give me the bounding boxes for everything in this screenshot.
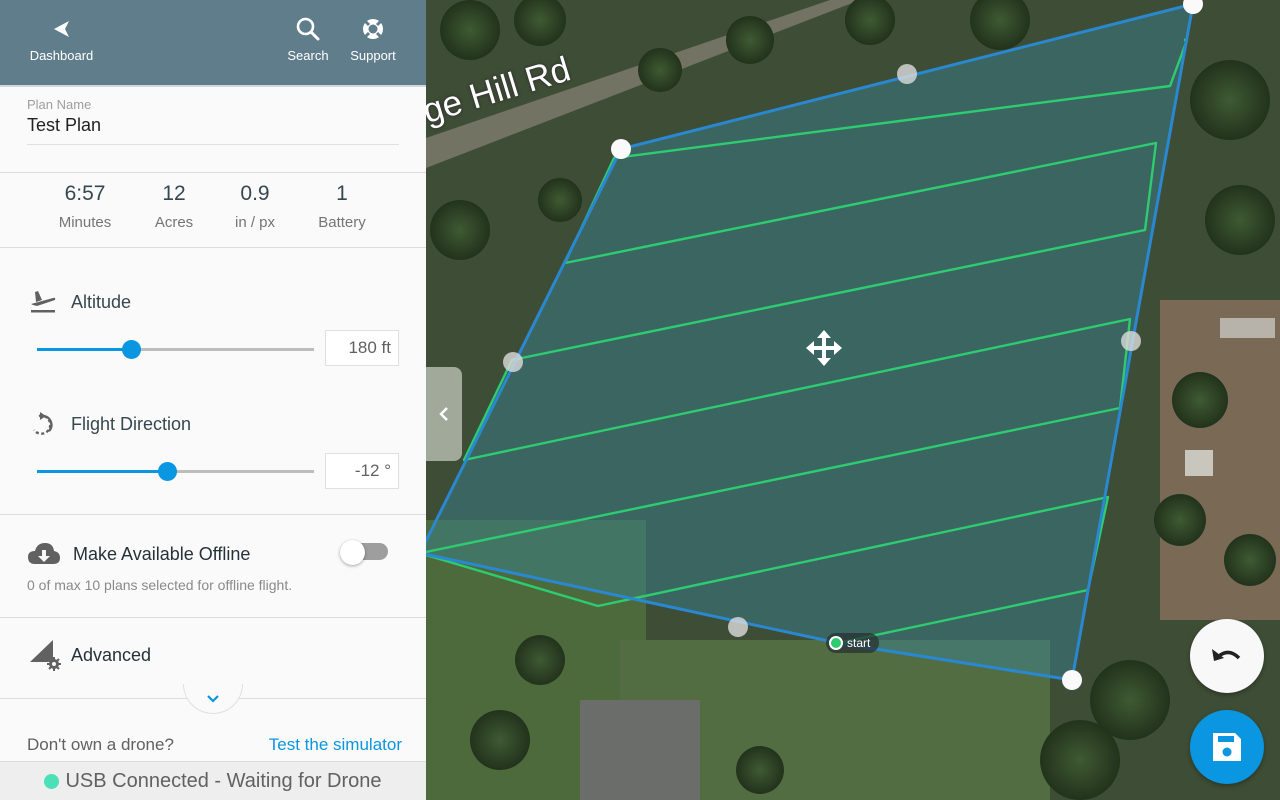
status-indicator-icon: [44, 773, 60, 789]
expand-button[interactable]: [183, 684, 243, 714]
slider-knob[interactable]: [122, 340, 142, 359]
rotate-icon: [33, 412, 53, 435]
stat-minutes: 6:57 Minutes: [40, 182, 130, 231]
divider: [0, 617, 426, 618]
start-marker: start: [826, 633, 879, 653]
dashboard-button[interactable]: Dashboard: [24, 16, 99, 63]
stat-resolution: 0.9 in / px: [210, 182, 300, 231]
stat-value: 1: [336, 182, 348, 205]
stat-value: 6:57: [64, 182, 106, 205]
stat-unit: Minutes: [58, 214, 112, 231]
collapse-sidebar-button[interactable]: [426, 367, 462, 461]
search-label: Search: [287, 48, 329, 63]
chevron-left-icon: [53, 21, 69, 37]
altitude-label: Altitude: [71, 291, 132, 312]
slider-fill: [37, 470, 168, 473]
promo-question: Don't own a drone?: [27, 735, 174, 754]
chevron-down-icon: [207, 694, 219, 703]
save-icon: [1213, 733, 1241, 761]
flight-direction-label: Flight Direction: [71, 413, 192, 434]
building: [1220, 318, 1275, 338]
lifebuoy-icon: [363, 19, 383, 39]
search-icon: [296, 17, 320, 41]
divider: [0, 172, 426, 173]
flight-direction-heading: Flight Direction: [27, 411, 191, 437]
offline-heading: Make Available Offline: [27, 540, 250, 568]
dashboard-label: Dashboard: [29, 48, 94, 63]
advanced-label: Advanced: [71, 644, 152, 665]
altitude-slider[interactable]: [37, 339, 314, 359]
stat-value: 12: [162, 182, 186, 205]
offline-toggle[interactable]: [340, 540, 388, 565]
plan-name-label: Plan Name: [27, 97, 92, 112]
map-view[interactable]: start: [426, 0, 1280, 800]
building: [1185, 450, 1213, 476]
stat-unit: in / px: [234, 214, 276, 231]
plan-sidebar: Dashboard Search Support Plan Name 6:57 …: [0, 0, 426, 800]
midpoint-handle[interactable]: [728, 617, 748, 637]
stat-unit: Acres: [154, 214, 194, 231]
midpoint-handle[interactable]: [897, 64, 917, 84]
stat-unit: Battery: [318, 214, 366, 231]
advanced-settings-icon: [30, 640, 61, 671]
vertex-handle[interactable]: [611, 139, 631, 159]
divider: [0, 247, 426, 248]
altitude-heading: Altitude: [27, 289, 131, 315]
undo-icon: [1212, 649, 1241, 661]
search-button[interactable]: Search: [284, 16, 332, 63]
vertex-handle[interactable]: [1062, 670, 1082, 690]
undo-button[interactable]: [1190, 619, 1264, 693]
flight-direction-value-input[interactable]: [325, 453, 399, 489]
cloud-download-icon: [28, 543, 60, 564]
stat-acres: 12 Acres: [129, 182, 219, 231]
start-label: start: [847, 636, 871, 650]
chevron-left-icon: [439, 407, 448, 421]
sidebar-header: Dashboard Search Support: [0, 0, 426, 87]
slider-fill: [37, 348, 132, 351]
slider-knob[interactable]: [158, 462, 178, 481]
takeoff-icon: [31, 291, 56, 313]
building: [580, 700, 700, 800]
offline-subtext: 0 of max 10 plans selected for offline f…: [27, 577, 293, 593]
flight-direction-slider[interactable]: [37, 461, 314, 481]
plan-name-input[interactable]: [27, 112, 399, 145]
status-text: USB Connected - Waiting for Drone: [65, 769, 382, 792]
app-root: Dashboard Search Support Plan Name 6:57 …: [0, 0, 1280, 800]
connection-status-bar: USB Connected - Waiting for Drone: [0, 761, 426, 800]
test-simulator-link[interactable]: Test the simulator: [269, 735, 402, 755]
simulator-promo: Don't own a drone? Test the simulator: [27, 735, 402, 755]
midpoint-handle[interactable]: [1121, 331, 1141, 351]
satellite-map: start: [426, 0, 1280, 800]
altitude-value-input[interactable]: [325, 330, 399, 366]
toggle-thumb: [340, 540, 365, 565]
stat-value: 0.9: [240, 182, 270, 205]
plan-stats: 6:57 Minutes 12 Acres 0.9 in / px 1 Batt…: [0, 182, 426, 240]
support-label: Support: [350, 48, 396, 63]
offline-label: Make Available Offline: [73, 543, 251, 564]
stat-battery: 1 Battery: [297, 182, 387, 231]
divider: [0, 514, 426, 515]
save-button[interactable]: [1190, 710, 1264, 784]
advanced-section-button[interactable]: Advanced: [27, 638, 151, 672]
support-button[interactable]: Support: [344, 16, 402, 63]
plan-name-field: Plan Name: [27, 97, 399, 145]
midpoint-handle[interactable]: [503, 352, 523, 372]
